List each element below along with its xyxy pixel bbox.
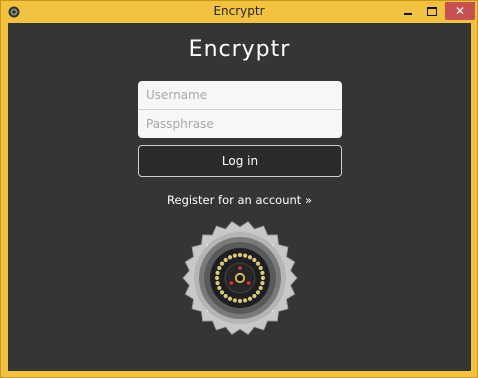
vault-indicator-dot bbox=[260, 270, 265, 275]
vault-indicator-dot bbox=[237, 252, 243, 258]
passphrase-input[interactable] bbox=[138, 110, 342, 138]
vault-bolt bbox=[205, 309, 209, 313]
vault-dial-icon bbox=[182, 221, 298, 335]
vault-indicator-dot bbox=[237, 298, 243, 304]
vault-indicator-dot bbox=[252, 293, 257, 299]
app-logo: Encryptr bbox=[188, 37, 291, 62]
vault-indicator-dot bbox=[232, 253, 237, 258]
maximize-icon bbox=[427, 6, 437, 16]
vault-bolt bbox=[271, 243, 275, 247]
vault-indicator-dot bbox=[260, 281, 265, 286]
main-content: Encryptr Log in Register for an account … bbox=[8, 23, 471, 371]
vault-indicator-dot bbox=[258, 285, 263, 291]
title-bar[interactable]: Encryptr ✕ bbox=[1, 1, 477, 23]
login-button-label: Log in bbox=[221, 154, 259, 168]
vault-bolt bbox=[271, 309, 275, 313]
vault-red-light bbox=[238, 266, 242, 270]
minimize-icon bbox=[404, 13, 412, 15]
vault-indicator-dot bbox=[214, 275, 220, 281]
vault-indicator-dot bbox=[223, 293, 228, 299]
vault-indicator-dot bbox=[247, 296, 253, 301]
vault-indicator-dot bbox=[232, 298, 237, 303]
close-button[interactable]: ✕ bbox=[445, 2, 475, 20]
vault-indicator-dot bbox=[223, 257, 228, 263]
vault-indicator-dot bbox=[258, 265, 263, 271]
vault-indicator-dot bbox=[243, 298, 248, 303]
vault-indicator-dot bbox=[227, 255, 233, 260]
close-icon: ✕ bbox=[454, 4, 466, 18]
app-window: Encryptr ✕ Encryptr Log in Register for … bbox=[0, 0, 478, 378]
vault-indicator-dot bbox=[255, 290, 261, 295]
vault-indicator-dot bbox=[215, 270, 220, 275]
vault-indicator-dot bbox=[227, 296, 233, 301]
username-input[interactable] bbox=[138, 81, 342, 109]
login-fields bbox=[138, 81, 342, 138]
vault-indicator-dot bbox=[215, 281, 220, 286]
register-link[interactable]: Register for an account » bbox=[8, 193, 471, 207]
vault-indicator-dot bbox=[219, 261, 225, 266]
vault-red-light bbox=[229, 281, 234, 285]
vault-bolt bbox=[205, 243, 209, 247]
vault-indicator-dot bbox=[255, 261, 261, 266]
vault-center-dot bbox=[238, 276, 242, 280]
vault-indicator-dot bbox=[252, 257, 257, 263]
vault-red-light bbox=[246, 281, 251, 285]
minimize-button[interactable] bbox=[395, 2, 421, 20]
vault-indicator-dot bbox=[260, 275, 266, 281]
vault-indicator-dot bbox=[247, 255, 253, 260]
vault-indicator-dot bbox=[217, 265, 222, 271]
maximize-button[interactable] bbox=[421, 2, 443, 20]
vault-indicator-dot bbox=[243, 253, 248, 258]
vault-indicator-dot bbox=[219, 290, 225, 295]
vault-indicator-dot bbox=[217, 285, 222, 291]
login-button[interactable]: Log in bbox=[138, 145, 342, 177]
